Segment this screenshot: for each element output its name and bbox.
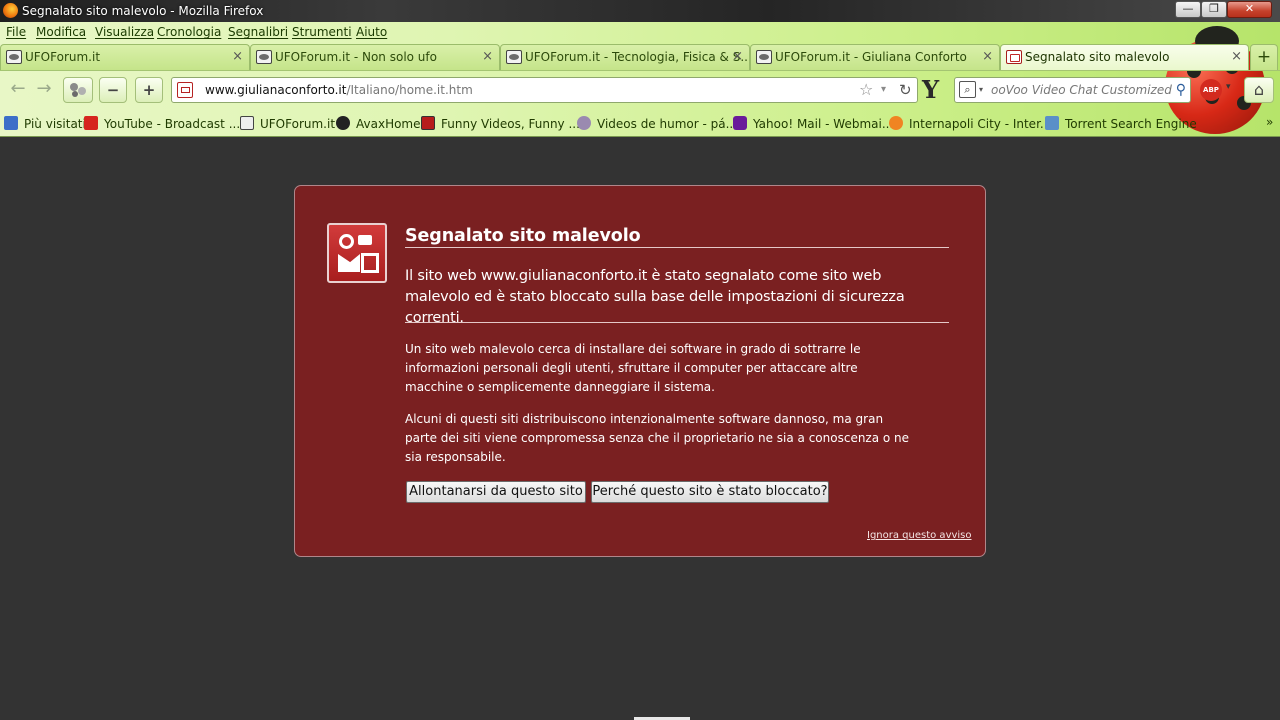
ufoforum-favicon-icon [756, 50, 772, 64]
blocked-site-warning-icon [327, 223, 387, 283]
get-me-out-button[interactable]: Allontanarsi da questo sito [406, 481, 586, 503]
blocked-site-icon [177, 82, 193, 98]
bookmark-label: UFOForum.it [260, 117, 336, 131]
bookmark-youtube[interactable]: YouTube - Broadcast ... [84, 116, 240, 131]
menu-aiuto[interactable]: Aiuto [356, 25, 387, 39]
bookmark-torrent-search[interactable]: Torrent Search Engine [1045, 116, 1197, 131]
url-path: /Italiano/home.it.htm [346, 83, 473, 97]
home-button[interactable]: ⌂ [1244, 77, 1274, 103]
bookmark-label: Funny Videos, Funny ... [441, 117, 580, 131]
tab-title: UFOForum.it - Non solo ufo [275, 50, 437, 64]
search-engine-dropdown-icon[interactable]: ▾ [979, 78, 983, 102]
bookmark-label: YouTube - Broadcast ... [104, 117, 241, 131]
bookmark-avaxhome[interactable]: AvaxHome [336, 116, 421, 131]
bookmark-label: Torrent Search Engine [1065, 117, 1197, 131]
window-title: Segnalato sito malevolo - Mozilla Firefo… [22, 4, 264, 18]
bookmark-label: Internapoli City - Inter... [909, 117, 1052, 131]
bookmark-yahoo-mail[interactable]: Yahoo! Mail - Webmai... [733, 116, 893, 131]
search-engine-icon[interactable]: ⌕ [959, 81, 976, 98]
zoom-out-button[interactable]: − [99, 77, 127, 103]
page-content: Segnalato sito malevolo Il sito web www.… [0, 137, 1280, 720]
bookmark-internapoli[interactable]: Internapoli City - Inter... [889, 116, 1051, 131]
tab-ufoforum-non-solo-ufo[interactable]: UFOForum.it - Non solo ufo × [250, 44, 500, 70]
search-bar[interactable]: ⌕ ▾ ooVoo Video Chat Customized We ⚲ [954, 77, 1191, 103]
window-titlebar: Segnalato sito malevolo - Mozilla Firefo… [0, 0, 1280, 22]
warning-lead-text: Il sito web www.giulianaconforto.it è st… [405, 268, 905, 326]
tab-bar: UFOForum.it × UFOForum.it - Non solo ufo… [0, 44, 1280, 70]
search-input[interactable]: ooVoo Video Chat Customized We [991, 78, 1173, 102]
navigation-toolbar: ← → − + www.giulianaconforto.it/Italiano… [0, 70, 1280, 108]
tab-title: UFOForum.it - Tecnologia, Fisica & S... [525, 50, 750, 64]
tab-ufoforum-tecnologia[interactable]: UFOForum.it - Tecnologia, Fisica & S... … [500, 44, 750, 70]
bookmarks-toolbar: Più visitati YouTube - Broadcast ... UFO… [0, 112, 1280, 136]
youtube-icon [84, 116, 98, 130]
minimize-button[interactable]: — [1175, 1, 1201, 18]
tab-title: UFOForum.it [25, 50, 101, 64]
funny-videos-icon [421, 116, 435, 130]
url-domain: www.giulianaconforto.it [205, 83, 347, 97]
tab-close-icon[interactable]: × [482, 45, 493, 69]
tab-ufoforum[interactable]: UFOForum.it × [0, 44, 250, 70]
bookmark-label: Videos de humor - pá... [597, 117, 738, 131]
url-history-dropdown-icon[interactable]: ▾ [881, 78, 886, 102]
close-window-button[interactable]: ✕ [1227, 1, 1272, 18]
blocked-site-favicon-icon [1006, 50, 1022, 64]
adblock-plus-icon: ABP [1200, 79, 1222, 101]
menu-modifica[interactable]: Modifica [36, 25, 86, 39]
bookmarks-overflow-icon[interactable]: » [1266, 115, 1273, 129]
yahoo-toolbar-icon[interactable]: Y [922, 77, 950, 103]
tab-close-icon[interactable]: × [1231, 45, 1242, 69]
menu-segnalibri[interactable]: Segnalibri [228, 25, 288, 39]
bookmark-star-icon[interactable]: ☆ [859, 78, 873, 102]
url-bar[interactable]: www.giulianaconforto.it/Italiano/home.it… [171, 77, 918, 103]
ufoforum-icon [240, 116, 254, 130]
bookmark-funny-videos[interactable]: Funny Videos, Funny ... [421, 116, 580, 131]
addon-puzzle-icon[interactable] [63, 77, 93, 103]
internapoli-icon [889, 116, 903, 130]
bookmark-label: AvaxHome [356, 117, 421, 131]
tab-ufoforum-giuliana-conforto[interactable]: UFOForum.it - Giuliana Conforto × [750, 44, 1000, 70]
menu-strumenti[interactable]: Strumenti [292, 25, 352, 39]
bookmark-label: Yahoo! Mail - Webmai... [753, 117, 894, 131]
ufoforum-favicon-icon [256, 50, 272, 64]
most-visited-icon [4, 116, 18, 130]
forward-button[interactable]: → [32, 77, 56, 103]
tab-segnalato-sito-malevolo[interactable]: Segnalato sito malevolo × [1000, 44, 1249, 70]
bookmark-videos-de-humor[interactable]: Videos de humor - pá... [577, 116, 737, 131]
warning-paragraph-1: Un sito web malevolo cerca di installare… [405, 342, 861, 394]
bookmark-ufoforum[interactable]: UFOForum.it [240, 116, 335, 131]
firefox-icon [3, 3, 18, 18]
back-button[interactable]: ← [6, 77, 30, 103]
videos-humor-icon [577, 116, 591, 130]
zoom-in-button[interactable]: + [135, 77, 163, 103]
torrent-icon [1045, 116, 1059, 130]
tab-close-icon[interactable]: × [982, 45, 993, 69]
yahoo-icon [733, 116, 747, 130]
ufoforum-favicon-icon [6, 50, 22, 64]
why-blocked-button[interactable]: Perché questo sito è stato bloccato? [591, 481, 829, 503]
bookmark-label: Più visitati [24, 117, 86, 131]
tab-title: UFOForum.it - Giuliana Conforto [775, 50, 967, 64]
avaxhome-icon [336, 116, 350, 130]
menu-file[interactable]: File [6, 25, 26, 39]
adblock-dropdown-icon[interactable]: ▾ [1226, 82, 1231, 92]
tab-close-icon[interactable]: × [732, 45, 743, 69]
menu-visualizza[interactable]: Visualizza [95, 25, 154, 39]
new-tab-button[interactable]: + [1250, 44, 1278, 70]
url-text[interactable]: www.giulianaconforto.it/Italiano/home.it… [205, 78, 473, 102]
ufoforum-favicon-icon [506, 50, 522, 64]
maximize-button[interactable]: ❐ [1201, 1, 1227, 18]
reload-icon[interactable]: ↻ [899, 78, 912, 102]
warning-paragraph-2: Alcuni di questi siti distribuiscono int… [405, 412, 910, 464]
adblock-plus-button[interactable]: ABP ▾ [1200, 79, 1234, 101]
tab-title: Segnalato sito malevolo [1025, 50, 1170, 64]
ignore-warning-link[interactable]: Ignora questo avviso [867, 530, 972, 541]
menu-cronologia[interactable]: Cronologia [157, 25, 221, 39]
bookmark-piu-visitati[interactable]: Più visitati [4, 116, 86, 131]
malware-warning-box: Segnalato sito malevolo Il sito web www.… [294, 185, 986, 557]
search-go-icon[interactable]: ⚲ [1176, 78, 1186, 102]
warning-divider [405, 322, 949, 323]
tab-close-icon[interactable]: × [232, 45, 243, 69]
warning-title: Segnalato sito malevolo [405, 226, 949, 248]
